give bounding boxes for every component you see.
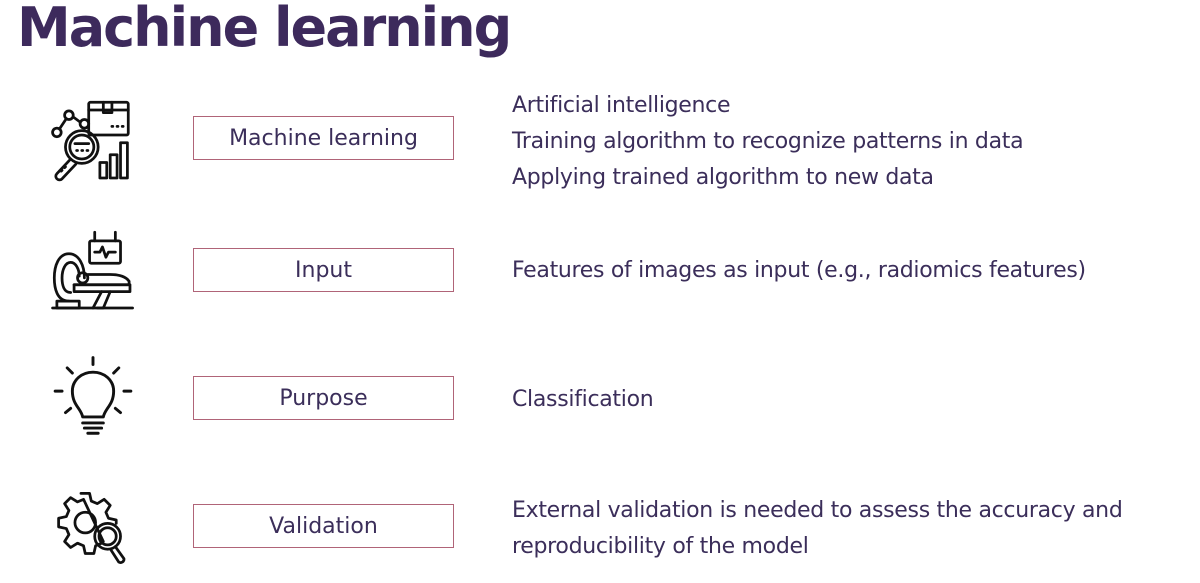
label-machine-learning: Machine learning xyxy=(229,125,418,151)
label-box-input: Input xyxy=(193,248,454,292)
description-validation: External validation is needed to assess … xyxy=(512,493,1123,565)
description-line: Features of images as input (e.g., radio… xyxy=(512,258,1086,283)
label-input: Input xyxy=(295,257,352,283)
lightbulb-icon xyxy=(50,355,136,441)
data-analysis-magnifier-chart-icon xyxy=(50,98,136,184)
label-validation: Validation xyxy=(269,513,378,539)
description-purpose: Classification xyxy=(512,382,654,418)
description-line: Classification xyxy=(512,387,654,412)
description-line: reproducibility of the model xyxy=(512,534,809,559)
description-line: Applying trained algorithm to new data xyxy=(512,165,934,190)
ct-scanner-monitor-icon xyxy=(50,228,136,314)
label-box-validation: Validation xyxy=(193,504,454,548)
description-input: Features of images as input (e.g., radio… xyxy=(512,253,1086,289)
description-machine-learning: Artificial intelligence Training algorit… xyxy=(512,88,1024,196)
gear-magnifier-icon xyxy=(50,483,136,569)
description-line: Artificial intelligence xyxy=(512,93,731,118)
slide-title: Machine learning xyxy=(17,0,512,59)
description-line: Training algorithm to recognize patterns… xyxy=(512,129,1024,154)
label-purpose: Purpose xyxy=(279,385,368,411)
label-box-machine-learning: Machine learning xyxy=(193,116,454,160)
description-line: External validation is needed to assess … xyxy=(512,498,1123,523)
label-box-purpose: Purpose xyxy=(193,376,454,420)
